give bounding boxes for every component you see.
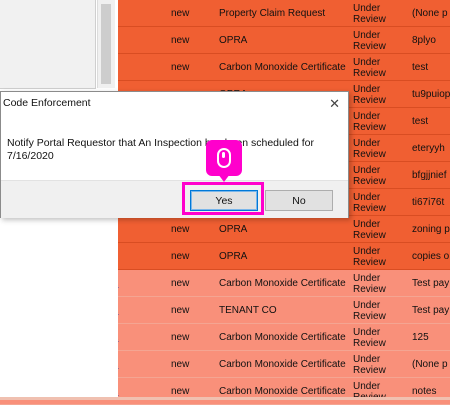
status-cell: new <box>171 224 190 235</box>
review-status-cell: Under Review <box>353 2 386 25</box>
no-button[interactable]: No <box>265 190 333 211</box>
notes-cell: Test pay <box>412 305 450 316</box>
description-cell: OPRA <box>219 224 248 235</box>
review-status-cell: Under Review <box>353 29 386 52</box>
review-status-cell: Under Review <box>353 272 386 295</box>
dialog-title: Code Enforcement <box>3 97 91 109</box>
review-status-cell: Under Review <box>353 299 386 322</box>
review-status-cell: Under Review <box>353 83 386 106</box>
notes-cell: bfgjjnief <box>412 170 447 181</box>
left-scrollbar[interactable] <box>97 0 115 88</box>
status-cell: new <box>171 35 190 46</box>
review-status-cell: Under Review <box>353 56 386 79</box>
review-status-cell: Under Review <box>353 245 386 268</box>
status-cell: new <box>171 251 190 262</box>
description-cell: Property Claim Request <box>219 8 326 19</box>
notes-cell: 125 <box>412 332 429 343</box>
notes-cell: eteryyh <box>412 143 445 154</box>
notes-cell: tu9puiop <box>412 89 450 100</box>
review-status-cell: Under Review <box>353 110 386 133</box>
notes-cell: 8plyo <box>412 35 436 46</box>
notes-cell: copies o current <box>412 251 450 262</box>
notes-cell: test <box>412 116 429 127</box>
left-scrollbar-thumb[interactable] <box>101 4 111 84</box>
description-cell: Carbon Monoxide Certificate <box>219 359 346 370</box>
click-highlight <box>182 182 264 215</box>
status-cell: new <box>171 332 190 343</box>
left-list-box <box>0 0 96 89</box>
description-cell: TENANT CO <box>219 305 277 316</box>
status-cell: new <box>171 386 190 397</box>
dialog-titlebar: Code Enforcement ✕ <box>1 92 348 116</box>
notes-cell: (None p <box>412 8 448 19</box>
status-cell: new <box>171 278 190 289</box>
description-cell: Carbon Monoxide Certificate <box>219 332 346 343</box>
review-status-cell: Under Review <box>353 326 386 349</box>
description-cell: Carbon Monoxide Certificate <box>219 62 346 73</box>
notes-cell: (None p <box>412 359 448 370</box>
review-status-cell: Under Review <box>353 191 386 214</box>
mouse-click-icon <box>206 140 242 176</box>
notes-cell: test <box>412 62 429 73</box>
description-cell: OPRA <box>219 251 248 262</box>
close-icon[interactable]: ✕ <box>329 96 340 112</box>
review-status-cell: Under Review <box>353 164 386 187</box>
description-cell: OPRA <box>219 35 248 46</box>
notes-cell: Test pay <box>412 278 450 289</box>
notes-cell: zoning p <box>412 224 450 235</box>
status-cell: new <box>171 62 190 73</box>
pointer-tail <box>218 174 230 182</box>
status-cell: new <box>171 8 190 19</box>
review-status-cell: Under Review <box>353 380 386 403</box>
review-status-cell: Under Review <box>353 218 386 241</box>
review-status-cell: Under Review <box>353 137 386 160</box>
notes-cell: ti67i76t <box>412 197 445 208</box>
description-cell: Carbon Monoxide Certificate <box>219 386 346 397</box>
status-cell: new <box>171 305 190 316</box>
description-cell: Carbon Monoxide Certificate <box>219 278 346 289</box>
dialog-message: Notify Portal Requestor that An Inspecti… <box>7 137 315 162</box>
review-status-cell: Under Review <box>353 353 386 376</box>
status-cell: new <box>171 359 190 370</box>
notes-cell: notes <box>412 386 437 397</box>
